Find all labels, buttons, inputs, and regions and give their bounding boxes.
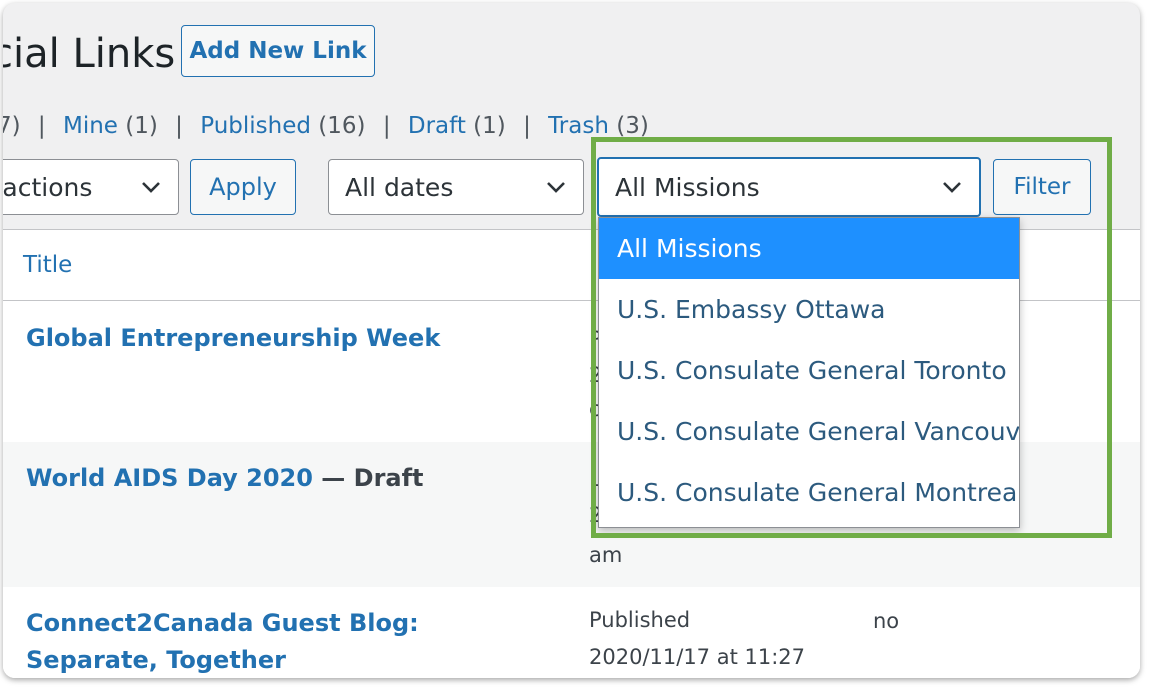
trash-count: (3): [616, 113, 649, 139]
chevron-down-icon: [943, 182, 961, 193]
row-date: 2020/11/17 at 11:27: [589, 645, 806, 669]
page-title: cial Links: [3, 31, 176, 77]
admin-screen: cial Links Add New Link 7) | Mine (1) | …: [3, 3, 1140, 678]
chevron-down-icon: [547, 182, 565, 193]
mission-option-all[interactable]: All Missions: [599, 218, 1019, 279]
table-row: Connect2Canada Guest Blog: Separate, Tog…: [3, 587, 1140, 678]
dates-value: All dates: [345, 172, 454, 202]
mission-option-montreal[interactable]: U.S. Consulate General Montreal: [599, 462, 1019, 523]
all-count[interactable]: 7): [3, 113, 21, 139]
row-status-fragment: am: [589, 543, 623, 567]
status-filter-links: 7) | Mine (1) | Published (16) | Draft (…: [3, 111, 649, 141]
filter-trash-link[interactable]: Trash: [548, 113, 609, 139]
bulk-actions-value: k actions: [3, 172, 93, 202]
filter-draft-link[interactable]: Draft: [408, 113, 466, 139]
filter-button[interactable]: Filter: [993, 159, 1091, 215]
dates-select[interactable]: All dates: [328, 159, 584, 215]
missions-value: All Missions: [615, 172, 760, 202]
missions-select[interactable]: All Missions: [597, 157, 981, 217]
mission-option-ottawa[interactable]: U.S. Embassy Ottawa: [599, 279, 1019, 340]
filter-mine-link[interactable]: Mine: [63, 113, 118, 139]
row-draft-state: — Draft: [312, 464, 424, 492]
filter-published-link[interactable]: Published: [200, 113, 311, 139]
draft-count: (1): [473, 113, 506, 139]
row-title-link[interactable]: Global Entrepreneurship Week: [26, 320, 546, 357]
mission-option-vancouver[interactable]: U.S. Consulate General Vancouver: [599, 401, 1019, 462]
row-title-link[interactable]: Connect2Canada Guest Blog: Separate, Tog…: [26, 605, 546, 678]
chevron-down-icon: [142, 182, 160, 193]
bulk-actions-select[interactable]: k actions: [3, 159, 179, 215]
row-flag: no: [873, 609, 900, 633]
row-title-link[interactable]: World AIDS Day 2020 — Draft: [26, 460, 546, 497]
column-title-header[interactable]: Title: [23, 252, 72, 278]
mine-count: (1): [125, 113, 158, 139]
row-status: Published: [589, 608, 691, 632]
published-count: (16): [318, 113, 366, 139]
mission-option-toronto[interactable]: U.S. Consulate General Toronto: [599, 340, 1019, 401]
apply-button[interactable]: Apply: [190, 159, 296, 215]
missions-dropdown-list: All Missions U.S. Embassy Ottawa U.S. Co…: [598, 217, 1020, 528]
add-new-link-button[interactable]: Add New Link: [181, 25, 375, 77]
